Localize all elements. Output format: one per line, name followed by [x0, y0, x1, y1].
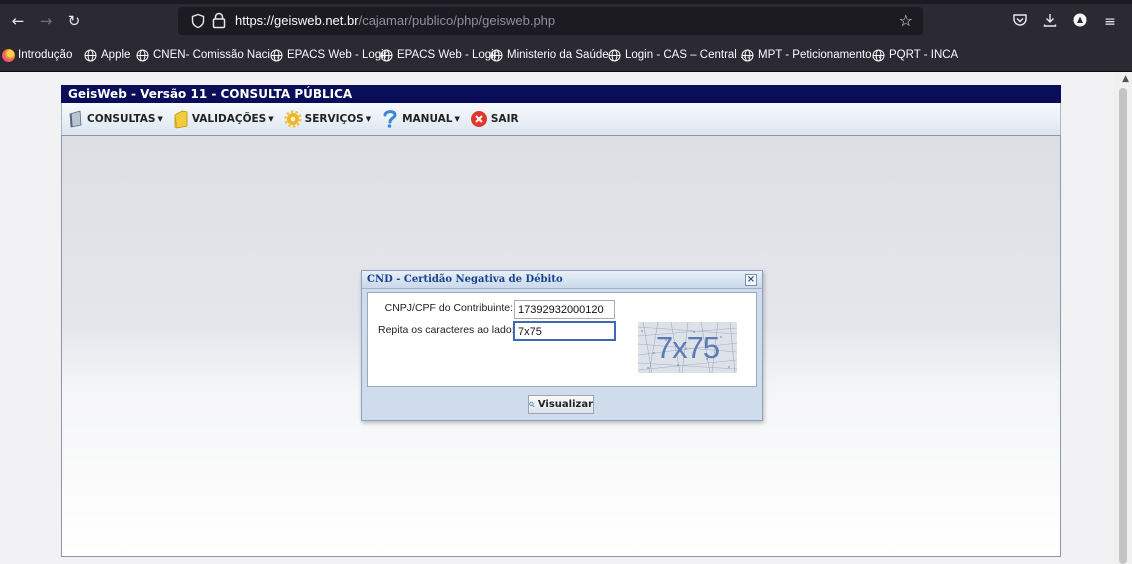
- bookmark-label: EPACS Web - Login: [287, 49, 391, 61]
- url-host: https://geisweb.net.br: [235, 13, 359, 28]
- bookmark-item[interactable]: PQRT - INCA: [872, 47, 958, 63]
- page-viewport: GeisWeb - Versão 11 - CONSULTA PÚBLICA C…: [0, 72, 1132, 564]
- firefox-icon: [2, 48, 15, 62]
- bookmark-label: Ministerio da Saúde: [507, 49, 609, 61]
- dropdown-arrow-icon: ▼: [157, 115, 163, 123]
- globe-icon: [270, 49, 283, 61]
- bookmark-label: EPACS Web - Login: [397, 49, 501, 61]
- bookmark-item[interactable]: Apple: [84, 47, 130, 63]
- notepad-icon: [69, 110, 82, 128]
- globe-icon: [84, 49, 97, 61]
- menu-manual-label: MANUAL: [402, 113, 453, 125]
- browser-toolbar: ← → ↻ https://geisweb.net.br/cajamar/pub…: [0, 4, 1132, 38]
- globe-icon: [380, 49, 393, 61]
- scroll-up-arrow-icon[interactable]: ▲: [1122, 74, 1129, 84]
- magnifier-icon: [529, 401, 535, 408]
- page-scrollbar[interactable]: ▲: [1114, 72, 1132, 564]
- globe-icon: [741, 49, 754, 61]
- bookmark-label: Introdução: [18, 49, 73, 61]
- content-area: CND - Certidão Negativa de Débito × CNPJ…: [61, 135, 1061, 557]
- bookmark-item[interactable]: Login - CAS – Central ...: [608, 47, 750, 63]
- menu-sair[interactable]: SAIR: [470, 110, 519, 128]
- bookmarks-bar: Introdução Apple CNEN- Comissão Naci... …: [0, 38, 1132, 72]
- bookmark-star-icon[interactable]: ☆: [899, 11, 913, 30]
- globe-icon: [872, 49, 885, 61]
- app-menubar: CONSULTAS ▼ VALIDAÇÕES ▼ SERVIÇOS ▼ MANUAL ▼…: [61, 103, 1061, 135]
- back-arrow-icon[interactable]: ←: [8, 11, 28, 31]
- dropdown-arrow-icon: ▼: [365, 115, 372, 123]
- hamburger-menu-icon[interactable]: ≡: [1100, 12, 1120, 32]
- bookmark-item[interactable]: EPACS Web - Login: [380, 47, 500, 63]
- menu-validacoes[interactable]: VALIDAÇÕES ▼: [173, 109, 274, 129]
- lock-icon[interactable]: [212, 12, 226, 29]
- visualizar-button[interactable]: Visualizar: [528, 395, 594, 414]
- globe-icon: [608, 49, 621, 61]
- folder-icon: [174, 110, 188, 129]
- url-bar[interactable]: https://geisweb.net.br/cajamar/publico/p…: [178, 7, 923, 35]
- bookmark-item[interactable]: Ministerio da Saúde: [490, 47, 609, 63]
- bookmark-item[interactable]: Introdução: [2, 47, 72, 63]
- dialog-title: CND - Certidão Negativa de Débito: [367, 274, 563, 285]
- url-text[interactable]: https://geisweb.net.br/cajamar/publico/p…: [235, 13, 555, 28]
- app-title: GeisWeb - Versão 11 - CONSULTA PÚBLICA: [61, 85, 1061, 103]
- bookmark-label: Apple: [101, 49, 131, 61]
- bookmark-label: PQRT - INCA: [889, 49, 959, 61]
- bookmark-label: CNEN- Comissão Naci...: [153, 49, 280, 61]
- bookmark-item[interactable]: MPT - Peticionamento...: [741, 47, 881, 63]
- dropdown-arrow-icon: ▼: [268, 115, 274, 123]
- globe-icon: [136, 49, 149, 61]
- cnd-dialog: CND - Certidão Negativa de Débito × CNPJ…: [361, 270, 763, 421]
- menu-consultas-label: CONSULTAS: [87, 113, 156, 125]
- close-icon[interactable]: ×: [745, 274, 757, 286]
- question-mark-icon: [383, 110, 397, 128]
- bookmark-label: Login - CAS – Central ...: [625, 49, 750, 61]
- dialog-form: CNPJ/CPF do Contribuinte: 17392932000120…: [367, 292, 757, 387]
- cnpj-label: CNPJ/CPF do Contribuinte:: [384, 302, 513, 314]
- dialog-header: CND - Certidão Negativa de Débito ×: [362, 271, 762, 289]
- url-path: /cajamar/publico/php/geisweb.php: [358, 13, 556, 28]
- captcha-text: 7x75: [655, 330, 720, 365]
- gear-icon: [283, 110, 302, 128]
- download-icon[interactable]: [1040, 12, 1060, 32]
- scroll-thumb[interactable]: [1119, 88, 1127, 564]
- captcha-image: 7x75: [638, 322, 737, 373]
- extension-icon[interactable]: [1070, 12, 1090, 32]
- forward-arrow-icon[interactable]: →: [36, 11, 56, 31]
- captcha-label: Repita os caracteres ao lado:: [378, 324, 515, 336]
- menu-validacoes-label: VALIDAÇÕES: [191, 113, 267, 125]
- reload-icon[interactable]: ↻: [64, 11, 84, 31]
- geisweb-app: GeisWeb - Versão 11 - CONSULTA PÚBLICA C…: [61, 85, 1061, 557]
- cnpj-input[interactable]: 17392932000120: [514, 300, 615, 319]
- pocket-icon[interactable]: [1010, 12, 1030, 32]
- bookmark-item[interactable]: EPACS Web - Login: [270, 47, 390, 63]
- dropdown-arrow-icon: ▼: [454, 115, 460, 123]
- menu-manual[interactable]: MANUAL ▼: [381, 109, 460, 129]
- menu-servicos[interactable]: SERVIÇOS ▼: [283, 110, 372, 128]
- globe-icon: [490, 49, 503, 61]
- menu-sair-label: SAIR: [490, 113, 519, 125]
- close-circle-icon: [470, 111, 487, 127]
- visualizar-label: Visualizar: [537, 399, 593, 410]
- shield-icon[interactable]: [190, 13, 206, 29]
- menu-servicos-label: SERVIÇOS: [304, 113, 364, 125]
- bookmark-label: MPT - Peticionamento...: [758, 49, 882, 61]
- menu-consultas[interactable]: CONSULTAS ▼: [68, 110, 163, 128]
- bookmark-item[interactable]: CNEN- Comissão Naci...: [136, 47, 280, 63]
- captcha-input[interactable]: 7x75: [513, 321, 616, 341]
